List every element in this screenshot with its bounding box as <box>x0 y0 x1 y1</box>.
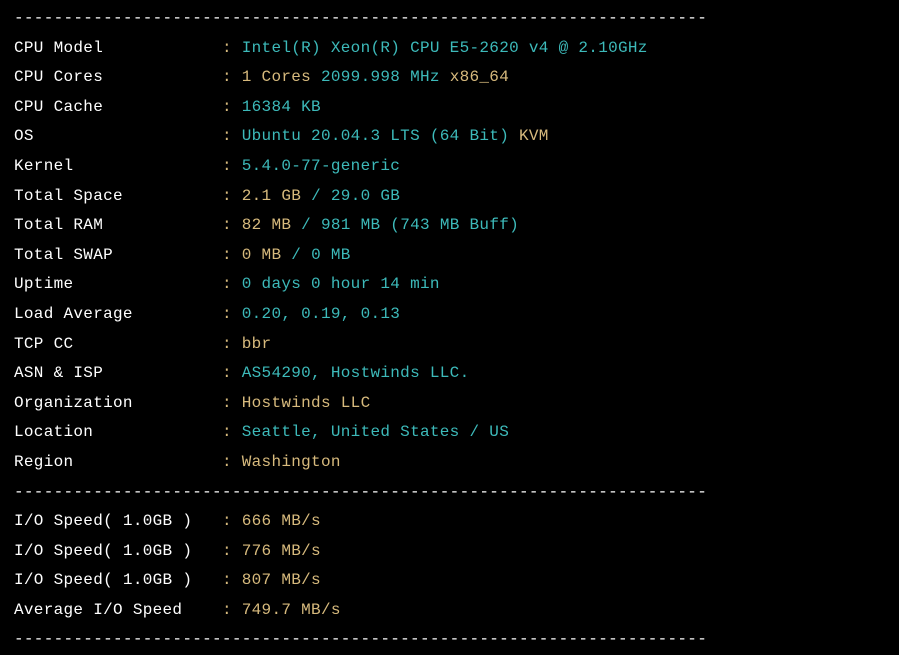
colon: : <box>222 453 242 471</box>
row-value: 0.20, 0.19, 0.13 <box>242 305 400 323</box>
colon: : <box>222 98 242 116</box>
row-value: 2099.998 MHz <box>321 68 440 86</box>
colon: : <box>222 187 242 205</box>
row-value: 1 Cores <box>242 68 311 86</box>
row-value: 0 days 0 hour 14 min <box>242 275 440 293</box>
row-label: Uptime <box>14 275 222 293</box>
row-value: 82 MB <box>242 216 292 234</box>
row-value: x86_64 <box>450 68 509 86</box>
colon: : <box>222 246 242 264</box>
row-label: Load Average <box>14 305 222 323</box>
colon: : <box>222 39 242 57</box>
row-value: Intel(R) Xeon(R) CPU E5-2620 v4 @ 2.10GH… <box>242 39 648 57</box>
colon: : <box>222 364 242 382</box>
sysinfo-row: Load Average : 0.20, 0.19, 0.13 <box>14 300 885 330</box>
row-value: 5.4.0-77-generic <box>242 157 400 175</box>
row-value <box>311 68 321 86</box>
divider: ----------------------------------------… <box>14 478 885 508</box>
row-value: 16384 KB <box>242 98 321 116</box>
row-value: AS54290, Hostwinds LLC. <box>242 364 470 382</box>
sysinfo-row: Kernel : 5.4.0-77-generic <box>14 152 885 182</box>
row-value: 0 MB <box>242 246 282 264</box>
io-speed-row: I/O Speed( 1.0GB ) : 666 MB/s <box>14 507 885 537</box>
io-speed-row: I/O Speed( 1.0GB ) : 807 MB/s <box>14 566 885 596</box>
row-value <box>509 127 519 145</box>
row-label: Organization <box>14 394 222 412</box>
colon: : <box>222 394 242 412</box>
colon: : <box>222 542 242 560</box>
sysinfo-row: CPU Cores : 1 Cores 2099.998 MHz x86_64 <box>14 63 885 93</box>
colon: : <box>222 601 242 619</box>
colon: : <box>222 335 242 353</box>
sysinfo-row: Uptime : 0 days 0 hour 14 min <box>14 270 885 300</box>
divider: ----------------------------------------… <box>14 4 885 34</box>
row-value: 749.7 MB/s <box>242 601 341 619</box>
row-label: TCP CC <box>14 335 222 353</box>
row-label: Location <box>14 423 222 441</box>
colon: : <box>222 275 242 293</box>
row-value: Hostwinds LLC <box>242 394 371 412</box>
row-label: ASN & ISP <box>14 364 222 382</box>
sysinfo-row: OS : Ubuntu 20.04.3 LTS (64 Bit) KVM <box>14 122 885 152</box>
sysinfo-row: ASN & ISP : AS54290, Hostwinds LLC. <box>14 359 885 389</box>
row-value: bbr <box>242 335 272 353</box>
row-label: I/O Speed( 1.0GB ) <box>14 571 222 589</box>
row-label: CPU Model <box>14 39 222 57</box>
row-label: OS <box>14 127 222 145</box>
row-value: Seattle, United States / US <box>242 423 509 441</box>
row-value: 981 MB <box>321 216 380 234</box>
row-label: Total Space <box>14 187 222 205</box>
row-value: / <box>291 216 321 234</box>
colon: : <box>222 571 242 589</box>
row-value: 666 MB/s <box>242 512 321 530</box>
sysinfo-row: Total SWAP : 0 MB / 0 MB <box>14 241 885 271</box>
sysinfo-row: Location : Seattle, United States / US <box>14 418 885 448</box>
row-value: Washington <box>242 453 341 471</box>
row-value: / <box>301 187 331 205</box>
colon: : <box>222 305 242 323</box>
io-speed-row: Average I/O Speed : 749.7 MB/s <box>14 596 885 626</box>
row-value <box>440 68 450 86</box>
row-label: Total RAM <box>14 216 222 234</box>
colon: : <box>222 216 242 234</box>
colon: : <box>222 512 242 530</box>
colon: : <box>222 127 242 145</box>
colon: : <box>222 423 242 441</box>
row-value: 29.0 GB <box>331 187 400 205</box>
colon: : <box>222 157 242 175</box>
row-value: (743 MB Buff) <box>380 216 519 234</box>
sysinfo-row: Region : Washington <box>14 448 885 478</box>
sysinfo-row: Organization : Hostwinds LLC <box>14 389 885 419</box>
row-value: KVM <box>519 127 549 145</box>
row-label: Kernel <box>14 157 222 175</box>
row-label: Total SWAP <box>14 246 222 264</box>
row-value: Ubuntu 20.04.3 LTS (64 Bit) <box>242 127 509 145</box>
terminal-output: ----------------------------------------… <box>14 4 885 655</box>
divider: ----------------------------------------… <box>14 625 885 655</box>
row-value: 2.1 GB <box>242 187 301 205</box>
row-label: CPU Cores <box>14 68 222 86</box>
row-value: / <box>281 246 311 264</box>
row-label: Region <box>14 453 222 471</box>
row-value: 776 MB/s <box>242 542 321 560</box>
row-label: Average I/O Speed <box>14 601 222 619</box>
row-value: 0 MB <box>311 246 351 264</box>
row-label: I/O Speed( 1.0GB ) <box>14 512 222 530</box>
sysinfo-row: Total Space : 2.1 GB / 29.0 GB <box>14 182 885 212</box>
sysinfo-row: CPU Cache : 16384 KB <box>14 93 885 123</box>
row-label: CPU Cache <box>14 98 222 116</box>
sysinfo-row: CPU Model : Intel(R) Xeon(R) CPU E5-2620… <box>14 34 885 64</box>
row-value: 807 MB/s <box>242 571 321 589</box>
row-label: I/O Speed( 1.0GB ) <box>14 542 222 560</box>
sysinfo-row: TCP CC : bbr <box>14 330 885 360</box>
sysinfo-row: Total RAM : 82 MB / 981 MB (743 MB Buff) <box>14 211 885 241</box>
io-speed-row: I/O Speed( 1.0GB ) : 776 MB/s <box>14 537 885 567</box>
colon: : <box>222 68 242 86</box>
